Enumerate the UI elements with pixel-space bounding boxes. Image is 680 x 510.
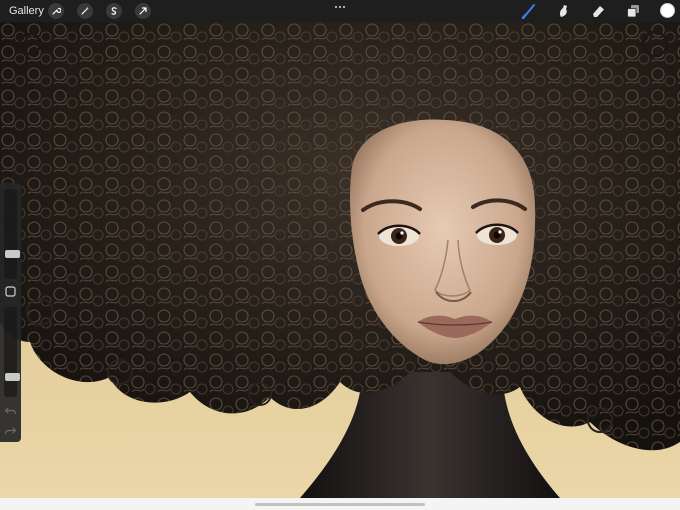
brush-icon[interactable] — [521, 3, 537, 19]
gallery-button[interactable]: Gallery — [9, 4, 44, 18]
procreate-app: Gallery — [0, 0, 680, 510]
left-sidebar — [0, 183, 21, 442]
bottom-bar — [0, 498, 680, 510]
selection-icon[interactable] — [106, 3, 122, 19]
color-picker[interactable] — [660, 3, 675, 18]
brush-opacity-handle[interactable] — [5, 372, 20, 381]
redo-icon[interactable] — [4, 425, 17, 437]
transform-icon[interactable] — [135, 3, 151, 19]
smudge-icon[interactable] — [556, 3, 572, 19]
home-indicator[interactable] — [255, 503, 425, 506]
brush-size-handle[interactable] — [5, 249, 20, 258]
undo-icon[interactable] — [4, 405, 17, 417]
modify-button[interactable] — [5, 286, 16, 297]
magic-wand-icon[interactable] — [77, 3, 93, 19]
brush-size-slider[interactable] — [4, 189, 20, 279]
eraser-icon[interactable] — [590, 3, 606, 19]
drawing-canvas[interactable] — [0, 22, 680, 498]
artwork — [0, 22, 680, 498]
layers-icon[interactable] — [625, 3, 641, 19]
top-toolbar: Gallery — [0, 0, 680, 22]
more-options-icon[interactable] — [333, 2, 347, 12]
wrench-icon[interactable] — [48, 3, 64, 19]
brush-opacity-slider[interactable] — [4, 307, 20, 397]
